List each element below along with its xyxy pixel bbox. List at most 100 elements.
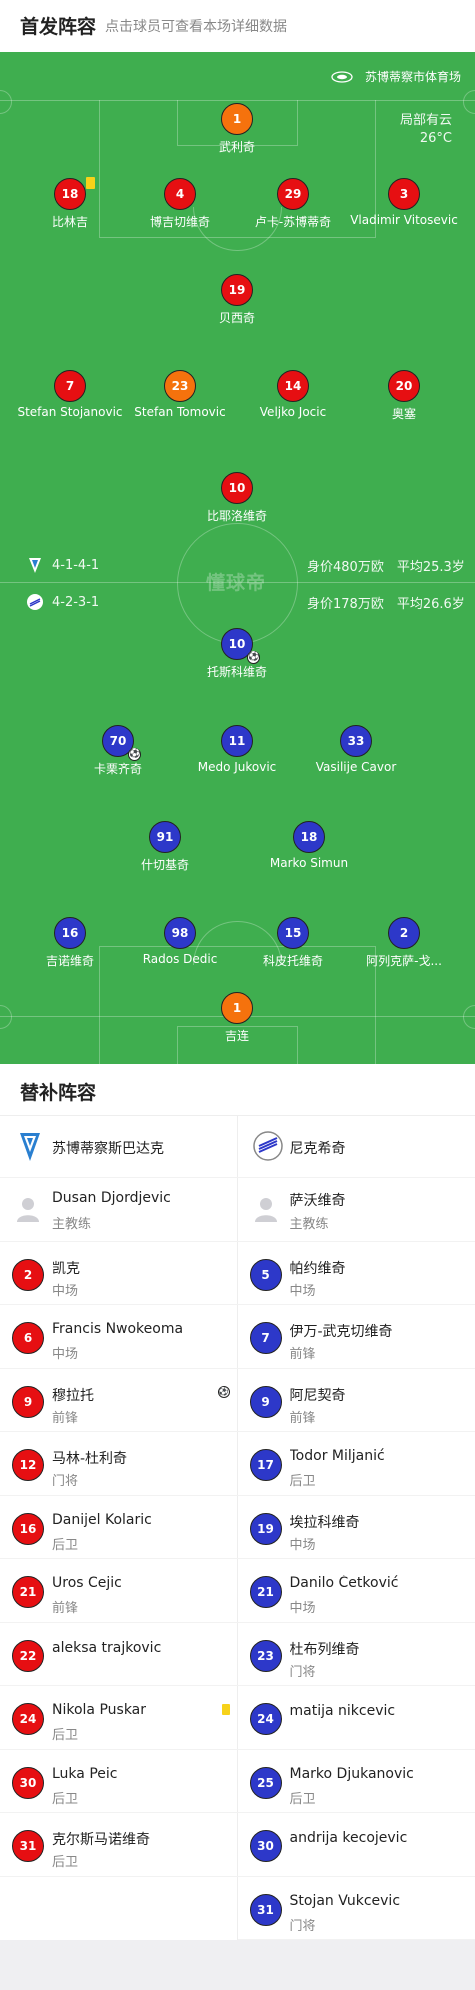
home-coach-row[interactable]: Dusan Djordjevic 主教练 [0, 1178, 238, 1242]
home-sub-player-row[interactable]: 9 穆拉托 前锋 ⚽ [0, 1369, 238, 1432]
player-name: matija nikcevic [289, 1703, 396, 1719]
away-player[interactable]: 98 Rados Dedic [125, 917, 235, 966]
away-player[interactable]: 16 吉诺维奇 [15, 917, 125, 969]
player-name: Veljko Jocic [259, 405, 327, 419]
player-number-badge: 33 [340, 725, 372, 757]
player-number-badge: 9 [249, 1385, 282, 1418]
player-name: 卢卡-苏博蒂奇 [254, 215, 332, 229]
away-sub-player-row[interactable]: 23 杜布列维奇 门将 [237, 1623, 475, 1686]
player-name: Stojan Vukcevic [289, 1892, 401, 1909]
coach-name: 萨沃维奇 [289, 1193, 346, 1209]
yellow-card-icon [221, 1704, 230, 1715]
home-sub-player-row[interactable]: 31 克尔斯马诺维奇 后卫 [0, 1813, 238, 1877]
player-position: 前锋 [289, 1347, 316, 1362]
player-name: 穆拉托 [52, 1387, 94, 1404]
player-number-badge: 21 [249, 1576, 282, 1608]
player-name: 奥塞 [391, 407, 416, 421]
player-position: 前锋 [289, 1410, 316, 1426]
home-sub-player-row[interactable]: 6 Francis Nwokeoma 中场 [0, 1305, 238, 1369]
away-player[interactable]: 70 ⚽ 卡栗齐奇 [63, 725, 173, 777]
player-number-badge: 31 [249, 1893, 282, 1926]
home-player[interactable]: 4 博吉切维奇 [125, 178, 235, 230]
player-name: andrija kecojevic [289, 1830, 408, 1846]
away-avg-age: 平均26.6岁 [396, 597, 465, 612]
player-name: 武利奇 [218, 140, 255, 154]
player-number-badge: 14 [277, 370, 309, 402]
player-number-badge: 2 [388, 917, 420, 949]
away-sub-player-row[interactable]: 9 阿尼契奇 前锋 [237, 1369, 475, 1432]
away-player[interactable]: 33 Vasilije Cavor [301, 725, 411, 774]
home-crest-icon [26, 556, 44, 574]
player-name: 吉诺维奇 [45, 954, 94, 968]
home-player[interactable]: 14 Veljko Jocic [238, 370, 348, 419]
home-player[interactable]: 1 武利奇 [182, 103, 292, 155]
player-position: 中场 [289, 1601, 316, 1616]
player-name: Marko Djukanovic [289, 1765, 414, 1782]
weather-desc: 局部有云 [399, 113, 452, 128]
home-team-row: 苏博蒂察斯巴达克 [0, 1116, 238, 1178]
player-name: 伊万-武克切维奇 [289, 1324, 393, 1340]
player-number-badge: 19 [221, 274, 253, 306]
player-name: 托斯科维奇 [206, 665, 267, 679]
away-team-row: 尼克希奇 [237, 1116, 475, 1178]
player-number-badge: 98 [164, 917, 196, 949]
away-player[interactable]: 15 科皮托维奇 [238, 917, 348, 969]
player-position: 中场 [52, 1283, 79, 1299]
home-player[interactable]: 10 比耶洛维奇 [182, 472, 292, 524]
player-number-badge: 22 [12, 1639, 44, 1672]
home-sub-player-row[interactable]: 24 Nikola Puskar 后卫 [0, 1686, 238, 1750]
weather: 局部有云 26°C [400, 112, 452, 148]
away-coach-row[interactable]: 萨沃维奇 主教练 [237, 1178, 475, 1242]
player-number-badge: 31 [12, 1830, 44, 1862]
player-name: aleksa trajkovic [52, 1639, 162, 1656]
home-player[interactable]: 20 奥塞 [349, 370, 459, 422]
away-player[interactable]: 1 吉连 [182, 992, 292, 1044]
home-sub-player-row[interactable]: 22 aleksa trajkovic [0, 1623, 238, 1686]
away-player[interactable]: 10 ⚽ 托斯科维奇 [182, 628, 292, 680]
player-name: Vasilije Cavor [315, 760, 397, 774]
coach-name: Dusan Djordjevic [52, 1190, 171, 1206]
goal-ball-icon: ⚽ [247, 651, 260, 664]
away-player[interactable]: 2 阿列克萨-戈... [349, 917, 459, 969]
home-sub-player-row[interactable]: 16 Danijel Kolaric 后卫 [0, 1496, 238, 1559]
away-player[interactable]: 91 什切基奇 [110, 821, 220, 873]
away-sub-player-row[interactable]: 7 伊万-武克切维奇 前锋 [237, 1305, 475, 1369]
home-formation-text: 4-1-4-1 [52, 557, 100, 573]
home-team-crest-icon [14, 1130, 46, 1162]
player-name: Rados Dedic [142, 952, 218, 966]
coach-role: 主教练 [289, 1217, 329, 1232]
away-sub-player-row[interactable]: 31 Stojan Vukcevic 门将 [237, 1877, 475, 1940]
player-number-badge: 16 [54, 917, 86, 949]
away-sub-player-row[interactable]: 30 andrija kecojevic [237, 1813, 475, 1877]
home-player[interactable]: 29 卢卡-苏博蒂奇 [238, 178, 348, 230]
player-name: Stefan Stojanovic [17, 405, 123, 419]
coach-role: 主教练 [52, 1217, 92, 1232]
home-formation: 4-1-4-1 [26, 556, 99, 574]
away-sub-player-row[interactable]: 24 matija nikcevic [237, 1686, 475, 1750]
player-name: Todor Miljanić [289, 1448, 385, 1464]
player-number-badge: 25 [249, 1766, 282, 1799]
away-sub-player-row[interactable]: 5 帕约维奇 中场 [237, 1242, 475, 1305]
player-name: 卡栗齐奇 [93, 762, 142, 776]
home-sub-player-row[interactable]: 12 马林-杜利奇 门将 [0, 1432, 238, 1496]
home-sub-player-row[interactable]: 30 Luka Peic 后卫 [0, 1750, 238, 1813]
away-sub-player-row[interactable]: 17 Todor Miljanić 后卫 [237, 1432, 475, 1496]
away-player[interactable]: 18 Marko Simun [254, 821, 364, 870]
player-position: 门将 [52, 1474, 79, 1489]
venue: 苏博蒂察市体育场 [331, 68, 461, 85]
yellow-card-icon [86, 177, 95, 189]
away-sub-player-row[interactable]: 21 Danilo Ćetković 中场 [237, 1559, 475, 1623]
home-sub-player-row[interactable]: 2 凯克 中场 [0, 1242, 238, 1305]
home-player[interactable]: 18 比林吉 [15, 177, 125, 230]
player-number-badge: 10 [221, 472, 253, 504]
away-sub-player-row[interactable]: 19 埃拉科维奇 中场 [237, 1496, 475, 1559]
away-player[interactable]: 11 Medo Jukovic [182, 725, 292, 774]
home-player[interactable]: 7 Stefan Stojanovic [15, 370, 125, 419]
home-player[interactable]: 23 Stefan Tomovic [125, 370, 235, 419]
home-sub-player-row[interactable]: 21 Uros Cejic 前锋 [0, 1559, 238, 1623]
player-name: Uros Cejic [52, 1575, 122, 1591]
away-sub-player-row[interactable]: 25 Marko Djukanovic 后卫 [237, 1750, 475, 1813]
temperature: 26°C [419, 131, 452, 146]
home-player[interactable]: 3 Vladimir Vitosevic [349, 178, 459, 227]
home-player[interactable]: 19 贝西奇 [182, 274, 292, 326]
